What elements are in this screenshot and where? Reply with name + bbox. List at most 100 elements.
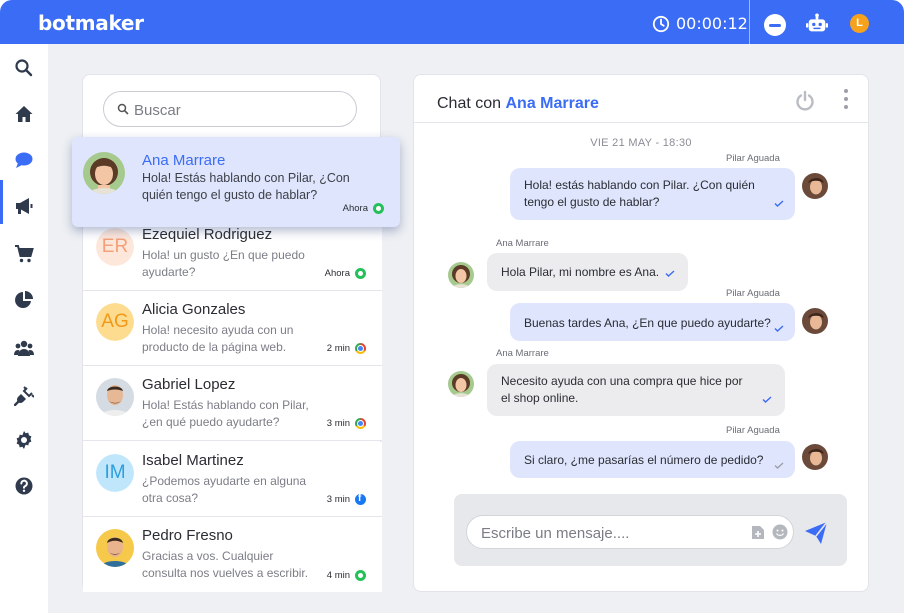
check-icon — [774, 462, 784, 469]
avatar-initials: ER — [96, 228, 134, 266]
chat-header: Chat con Ana Marrare — [414, 75, 868, 123]
pie-chart-icon[interactable] — [12, 288, 36, 312]
sidebar — [0, 44, 48, 613]
chat-contact-name: Ana Marrare — [505, 95, 599, 112]
message-sender: Pilar Aguada — [726, 153, 780, 164]
conversation-item-ana-marrare[interactable]: Ana Marrare Hola! Estás hablando con Pil… — [72, 137, 400, 227]
message-line: Hola! estás hablando con Pilar. ¿Con qui… — [524, 178, 755, 192]
conversation-time: 4 min — [326, 570, 350, 581]
contact-name: Pedro Fresno — [142, 527, 233, 544]
active-indicator — [0, 180, 3, 224]
contact-name: Ana Marrare — [142, 152, 226, 169]
message-line: Buenas tardes Ana, ¿En que puedo ayudart… — [524, 316, 771, 330]
message-line: tengo el gusto de hablar? — [524, 195, 660, 209]
avatar — [96, 529, 134, 567]
message-input-box[interactable] — [466, 515, 794, 549]
contact-avatar — [448, 371, 474, 397]
check-icon — [774, 325, 784, 332]
conversation-meta: 2 min — [327, 343, 366, 354]
message-line: el shop online. — [501, 391, 579, 405]
chat-title-prefix: Chat con — [437, 95, 502, 112]
agent-avatar — [802, 444, 828, 470]
contact-name: Ezequiel Rodriguez — [142, 226, 273, 243]
conversation-item-pedro-fresno[interactable]: Pedro Fresno Gracias a vos. Cualquier co… — [83, 517, 382, 592]
message-composer — [454, 494, 847, 566]
message-input[interactable] — [481, 523, 731, 543]
search-input[interactable] — [134, 99, 344, 121]
conversation-time: 3 min — [326, 494, 350, 505]
contact-avatar — [448, 262, 474, 288]
chrome-icon — [355, 418, 366, 429]
search-icon — [117, 103, 129, 115]
conversation-item-ezequiel-rodriguez[interactable]: ER Ezequiel Rodriguez Hola! un gusto ¿En… — [83, 216, 382, 291]
message-line: Si claro, ¿me pasarías el número de pedi… — [524, 453, 764, 467]
message-preview: Gracias a vos. Cualquier consulta nos vu… — [142, 549, 309, 580]
cart-icon[interactable] — [12, 242, 36, 266]
conversation-item-isabel-martinez[interactable]: IM Isabel Martinez ¿Podemos ayudarte en … — [83, 442, 382, 517]
conversation-meta: Ahora — [325, 268, 366, 279]
send-icon[interactable] — [804, 521, 828, 545]
avatar — [83, 152, 125, 194]
check-icon — [762, 396, 772, 403]
chat-panel: Chat con Ana Marrare VIE 21 MAY - 18:30 … — [413, 74, 869, 592]
timer-value: 00:00:12 — [676, 14, 748, 33]
message-preview: ¿Podemos ayudarte en alguna otra cosa? — [142, 474, 307, 505]
message-bubble-outgoing: Hola! estás hablando con Pilar. ¿Con qui… — [510, 168, 795, 220]
search-icon[interactable] — [12, 56, 36, 80]
avatar-initials: AG — [96, 303, 134, 341]
message-sender: Ana Marrare — [496, 348, 549, 359]
message-line: Necesito ayuda con una compra que hice p… — [501, 374, 743, 388]
agent-avatar — [802, 308, 828, 334]
whatsapp-icon — [373, 203, 384, 214]
conversation-meta: 3 min — [326, 493, 366, 505]
chat-icon[interactable] — [12, 148, 36, 172]
emoji-icon[interactable] — [772, 524, 788, 540]
avatar: IM — [96, 454, 134, 492]
contact-name: Gabriel Lopez — [142, 376, 236, 393]
message-line: Hola Pilar, mi nombre es Ana. — [501, 265, 660, 279]
plug-icon[interactable] — [12, 384, 36, 408]
conversation-time: 3 min — [326, 418, 350, 429]
users-icon[interactable] — [12, 336, 36, 360]
conversation-time: 2 min — [326, 343, 350, 354]
app-logo: botmaker — [38, 11, 144, 35]
conversation-list: Ana Marrare Hola! Estás hablando con Pil… — [72, 74, 400, 592]
avatar-initials: IM — [96, 454, 134, 492]
chat-title: Chat con Ana Marrare — [437, 95, 599, 113]
message-preview: Hola! necesito ayuda con un producto de … — [142, 323, 294, 354]
help-icon[interactable] — [12, 474, 36, 498]
check-icon — [774, 200, 784, 207]
search-box[interactable] — [103, 91, 357, 127]
agent-avatar — [802, 173, 828, 199]
message-preview: Hola! Estás hablando con Pilar, ¿Con qui… — [142, 171, 350, 202]
power-icon[interactable] — [794, 90, 816, 112]
session-timer: 00:00:12 — [652, 14, 748, 33]
minimize-icon[interactable] — [764, 14, 786, 36]
clock-icon — [652, 15, 670, 32]
conversation-item-alicia-gonzales[interactable]: AG Alicia Gonzales Hola! necesito ayuda … — [83, 291, 382, 366]
message-bubble-outgoing: Buenas tardes Ana, ¿En que puedo ayudart… — [510, 303, 795, 341]
message-sender: Pilar Aguada — [726, 425, 780, 436]
gear-icon[interactable] — [12, 428, 36, 452]
whatsapp-icon — [355, 570, 366, 581]
megaphone-icon[interactable] — [12, 194, 36, 218]
message-bubble-incoming: Necesito ayuda con una compra que hice p… — [487, 364, 785, 416]
home-icon[interactable] — [12, 102, 36, 126]
check-icon — [665, 270, 675, 277]
attach-file-icon[interactable] — [751, 525, 765, 540]
message-sender: Ana Marrare — [496, 238, 549, 249]
more-options-icon[interactable] — [842, 89, 850, 111]
topbar-divider — [749, 0, 750, 44]
chrome-icon — [355, 343, 366, 354]
date-separator: VIE 21 MAY - 18:30 — [590, 137, 692, 149]
message-preview: Hola! un gusto ¿En que puedo ayudarte? — [142, 248, 305, 279]
message-bubble-incoming: Hola Pilar, mi nombre es Ana. — [487, 253, 688, 291]
user-avatar[interactable]: L — [850, 14, 869, 33]
conversation-meta: 3 min — [327, 418, 366, 429]
conversation-item-gabriel-lopez[interactable]: Gabriel Lopez Hola! Estás hablando con P… — [83, 366, 382, 441]
avatar — [96, 378, 134, 416]
facebook-icon — [355, 493, 366, 505]
conversation-meta: Ahora — [343, 203, 384, 214]
conversation-time: Ahora — [324, 268, 350, 279]
bot-icon[interactable] — [806, 13, 828, 35]
